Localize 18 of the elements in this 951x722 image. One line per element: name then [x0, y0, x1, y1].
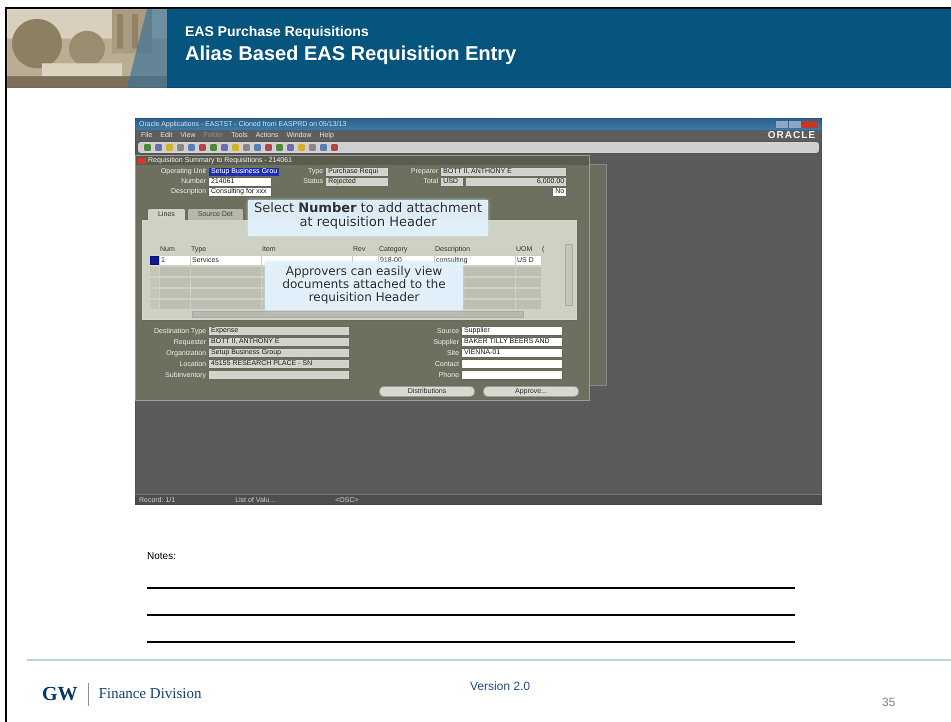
input-field[interactable]: [462, 360, 562, 368]
division-name: Finance Division: [98, 686, 202, 703]
close-icon[interactable]: [138, 158, 146, 164]
input-field[interactable]: [462, 371, 562, 379]
slide-subtitle: EAS Purchase Requisitions: [185, 23, 370, 39]
gw-logo: GW: [42, 683, 89, 706]
version-text: Version 2.0: [470, 679, 530, 693]
oracle-logo: ORACLE: [768, 130, 816, 141]
slide-title: Alias Based EAS Requisition Entry: [185, 43, 516, 66]
page-number: 35: [882, 695, 896, 709]
input-field[interactable]: [209, 371, 349, 379]
window-controls-icon[interactable]: [776, 120, 818, 128]
row-indicator[interactable]: [150, 256, 159, 265]
notes-label: Notes:: [147, 551, 177, 562]
vertical-scrollbar[interactable]: [565, 244, 573, 306]
callout-tooltip: Approvers can easily view documents attached to the requisition Header: [265, 262, 463, 310]
horizontal-scrollbar[interactable]: [192, 311, 524, 318]
callout-tooltip: Select Number to add attachment at requisition Header: [248, 200, 488, 236]
